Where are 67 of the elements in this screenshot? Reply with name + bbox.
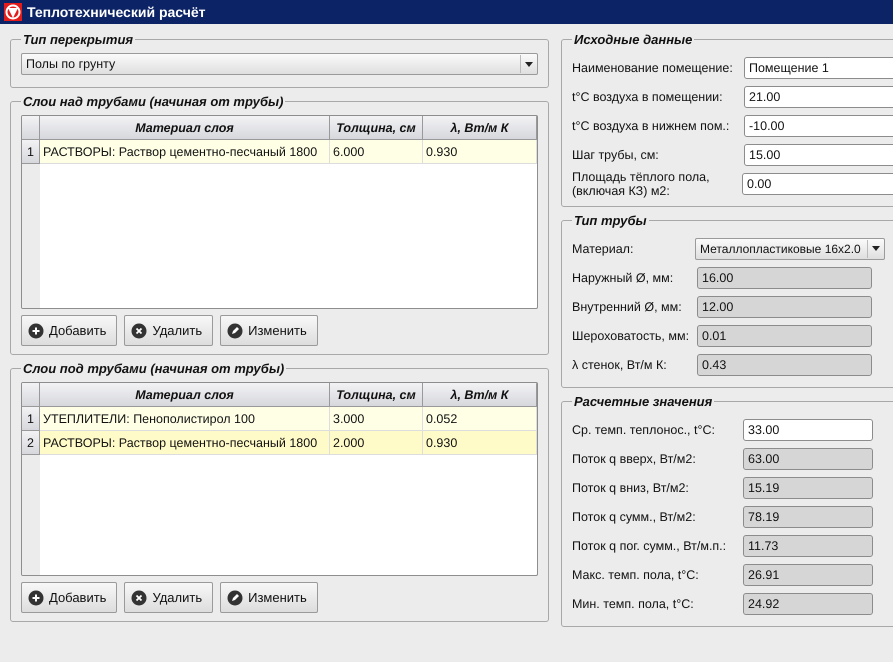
plus-icon [28, 590, 44, 606]
caret-icon [872, 246, 880, 251]
input-field[interactable]: 0.00 [742, 172, 893, 194]
field-label: Площадь тёплого пола, (включая КЗ) м2: [572, 170, 711, 198]
pencil-icon [227, 322, 244, 338]
field-label: Наименование помещение: [572, 60, 734, 74]
field-label: Макс. темп. пола, t°C: [572, 568, 700, 582]
input-field[interactable]: -10.00 [744, 114, 893, 136]
field-label: t°C воздуха в нижнем пом.: [572, 118, 730, 132]
group-title: Слои над трубами (начиная от трубы) [22, 94, 284, 109]
column-header[interactable]: Материал слоя [40, 116, 330, 140]
pencil-icon [227, 590, 244, 606]
plus-icon [28, 322, 44, 338]
dropdown[interactable]: Полы по грунту [21, 53, 538, 75]
table-cell[interactable]: 6.000 [330, 140, 423, 164]
field-label: Наружный Ø, мм: [572, 270, 674, 284]
input-field[interactable]: 33.00 [743, 418, 873, 440]
field-label: Внутренний Ø, мм: [572, 300, 683, 314]
toolbar-button[interactable]: Удалить [124, 582, 214, 613]
table-cell[interactable]: РАСТВОРЫ: Раствор цементно-песчаный 1800 [40, 431, 330, 455]
table-cell[interactable]: 0.930 [423, 431, 537, 455]
column-header[interactable]: Толщина, см [330, 383, 423, 407]
field-label: Поток q вверх, Вт/м2: [572, 452, 697, 466]
field-label: λ стенок, Вт/м К: [572, 358, 668, 372]
table-cell[interactable]: РАСТВОРЫ: Раствор цементно-песчаный 1800 [40, 140, 330, 164]
group-title: Слои под трубами (начиная от трубы) [22, 361, 286, 376]
toolbar-button[interactable]: Изменить [220, 582, 318, 613]
toolbar-button[interactable]: Удалить [124, 315, 214, 346]
toolbar-button[interactable]: Добавить [21, 582, 118, 613]
field-label: t°C воздуха в помещении: [572, 90, 724, 104]
field-label: Ср. темп. теплонос., t°C: [572, 422, 716, 436]
column-header[interactable]: Толщина, см [330, 116, 423, 140]
field-label: Поток q пог. сумм., Вт/м.п.: [572, 538, 728, 552]
input-field[interactable]: 21.00 [744, 86, 893, 108]
field-label: Материал: [572, 242, 634, 256]
column-header[interactable]: Материал слоя [40, 383, 330, 407]
caret-icon [525, 62, 533, 66]
group-title: Исходные данные [573, 32, 694, 47]
input-field[interactable]: Помещение 1 [744, 56, 893, 78]
field-label: Поток q вниз, Вт/м2: [572, 480, 690, 494]
cross-icon [131, 590, 148, 606]
toolbar-button[interactable]: Изменить [220, 315, 318, 346]
group-title: Тип трубы [573, 213, 648, 228]
row-number[interactable]: 1 [22, 407, 40, 431]
column-header[interactable]: λ, Вт/м К [423, 116, 537, 140]
corner-header[interactable] [22, 116, 40, 140]
group-title: Тип перекрытия [22, 32, 134, 47]
row-number[interactable]: 2 [22, 431, 40, 455]
table-cell[interactable]: 2.000 [330, 431, 423, 455]
table-cell[interactable]: 0.052 [423, 407, 537, 431]
window-title: Теплотехнический расчёт [27, 4, 206, 20]
table-cell[interactable]: 3.000 [330, 407, 423, 431]
cross-icon [131, 322, 148, 338]
field-label: Мин. темп. пола, t°C: [572, 596, 695, 610]
group-title: Расчетные значения [573, 394, 714, 409]
input-field[interactable]: 15.00 [744, 144, 893, 166]
table-cell[interactable]: 0.930 [423, 140, 537, 164]
field-label: Шероховатость, мм: [572, 328, 690, 342]
corner-header[interactable] [22, 383, 40, 407]
field-label: Поток q сумм., Вт/м2: [572, 510, 697, 524]
toolbar-button[interactable]: Добавить [21, 315, 118, 346]
table-cell[interactable]: УТЕПЛИТЕЛИ: Пенополистирол 100 [40, 407, 330, 431]
dropdown[interactable]: Металлопластиковые 16x2.0 [695, 238, 885, 260]
row-number[interactable]: 1 [22, 140, 40, 164]
column-header[interactable]: λ, Вт/м К [423, 383, 537, 407]
field-label: Шаг трубы, см: [572, 148, 660, 162]
logo-icon [4, 3, 22, 21]
